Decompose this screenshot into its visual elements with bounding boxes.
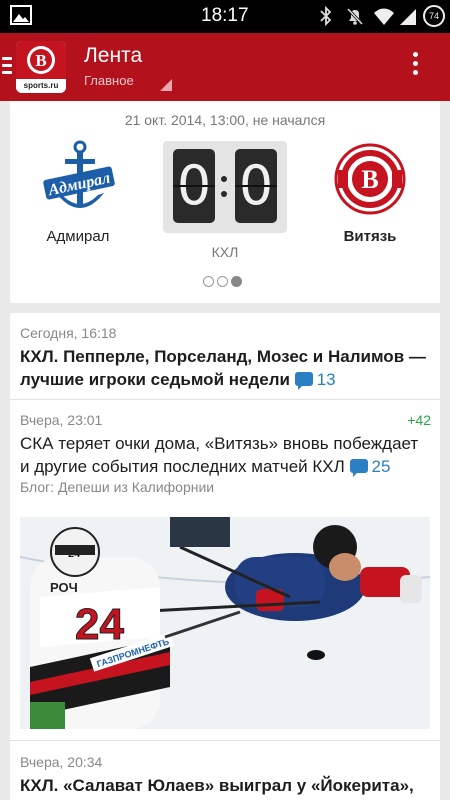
news-headline[interactable]: КХЛ. Пепперле, Порселанд, Мозес и Налимо… (20, 345, 430, 391)
divider (10, 399, 440, 400)
page-title: Лента (84, 44, 143, 67)
battery-icon: 74 (423, 5, 445, 27)
overflow-menu-icon[interactable] (410, 52, 420, 79)
news-headline[interactable]: КХЛ. «Салават Юлаев» выиграл у «Йокерита… (20, 774, 430, 797)
away-team-name: Витязь (343, 228, 397, 245)
news-item[interactable]: Вчера, 23:01 +42 СКА теряет очки дома, «… (10, 412, 440, 495)
app-bar: B sports.ru Лента Главное (0, 33, 450, 101)
away-score: 0 (235, 149, 277, 223)
status-bar: 18:17 74 (0, 0, 450, 33)
gallery-icon (10, 5, 32, 25)
pager-dot-active[interactable] (231, 276, 242, 287)
comment-bubble-icon (294, 372, 313, 390)
news-item[interactable]: Вчера, 20:34 КХЛ. «Салават Юлаев» выигра… (10, 754, 440, 797)
dropdown-triangle-icon[interactable] (160, 79, 172, 91)
hockey-photo-illustration: 24 РОЧ 24 ГАЗПРОМНЕФТЬ (20, 517, 430, 729)
club-logo-icon: B (27, 46, 55, 74)
home-team[interactable]: Адмирал Адмирал (18, 139, 138, 245)
jersey-name: РОЧ (50, 580, 78, 595)
pager-dot[interactable] (203, 276, 214, 287)
signal-icon (400, 9, 416, 25)
away-team[interactable]: В Витязь (310, 139, 430, 245)
comment-count[interactable]: 13 (294, 368, 336, 391)
home-team-name: Адмирал (46, 228, 110, 245)
svg-text:В: В (361, 165, 378, 194)
bluetooth-icon (320, 6, 332, 26)
news-headline[interactable]: СКА теряет очки дома, «Витязь» вновь поб… (20, 432, 430, 478)
news-date: Вчера, 20:34 (20, 754, 103, 770)
comment-count[interactable]: 25 (349, 455, 390, 478)
match-datetime-status: 21 окт. 2014, 13:00, не начался (124, 112, 326, 128)
app-logo[interactable]: B sports.ru (16, 41, 66, 93)
pager-dot[interactable] (217, 276, 228, 287)
match-card[interactable]: 21 окт. 2014, 13:00, не начался Адмирал … (10, 101, 440, 303)
news-feed: Сегодня, 16:18 КХЛ. Пепперле, Порселанд,… (10, 313, 440, 800)
mute-icon (346, 7, 364, 26)
status-time: 18:17 (201, 5, 249, 26)
divider (10, 740, 440, 741)
news-date: Сегодня, 16:18 (20, 325, 117, 341)
battery-level: 74 (428, 11, 439, 21)
helmet-number: 24 (68, 548, 81, 560)
news-item[interactable]: Сегодня, 16:18 КХЛ. Пепперле, Порселанд,… (10, 325, 440, 391)
news-date: Вчера, 23:01 (20, 412, 103, 428)
rating-badge: +42 (407, 412, 431, 428)
league-label: КХЛ (211, 244, 239, 260)
vityaz-logo-icon: В (334, 143, 406, 215)
comment-bubble-icon (349, 459, 368, 477)
blog-source[interactable]: Блог: Депеши из Калифорнии (20, 479, 430, 495)
home-score: 0 (173, 149, 215, 223)
wifi-icon (374, 8, 394, 25)
jersey-number: 24 (75, 600, 124, 649)
svg-text:B: B (35, 51, 46, 70)
scoreboard: 0 0 (163, 141, 287, 233)
match-pager[interactable] (203, 274, 245, 292)
hockey-game-photo[interactable]: 24 РОЧ 24 ГАЗПРОМНЕФТЬ (20, 517, 430, 729)
logo-label: sports.ru (16, 79, 66, 93)
menu-icon[interactable] (2, 57, 12, 78)
section-selector[interactable]: Главное (84, 73, 134, 88)
admiral-logo-icon: Адмирал (43, 140, 115, 208)
